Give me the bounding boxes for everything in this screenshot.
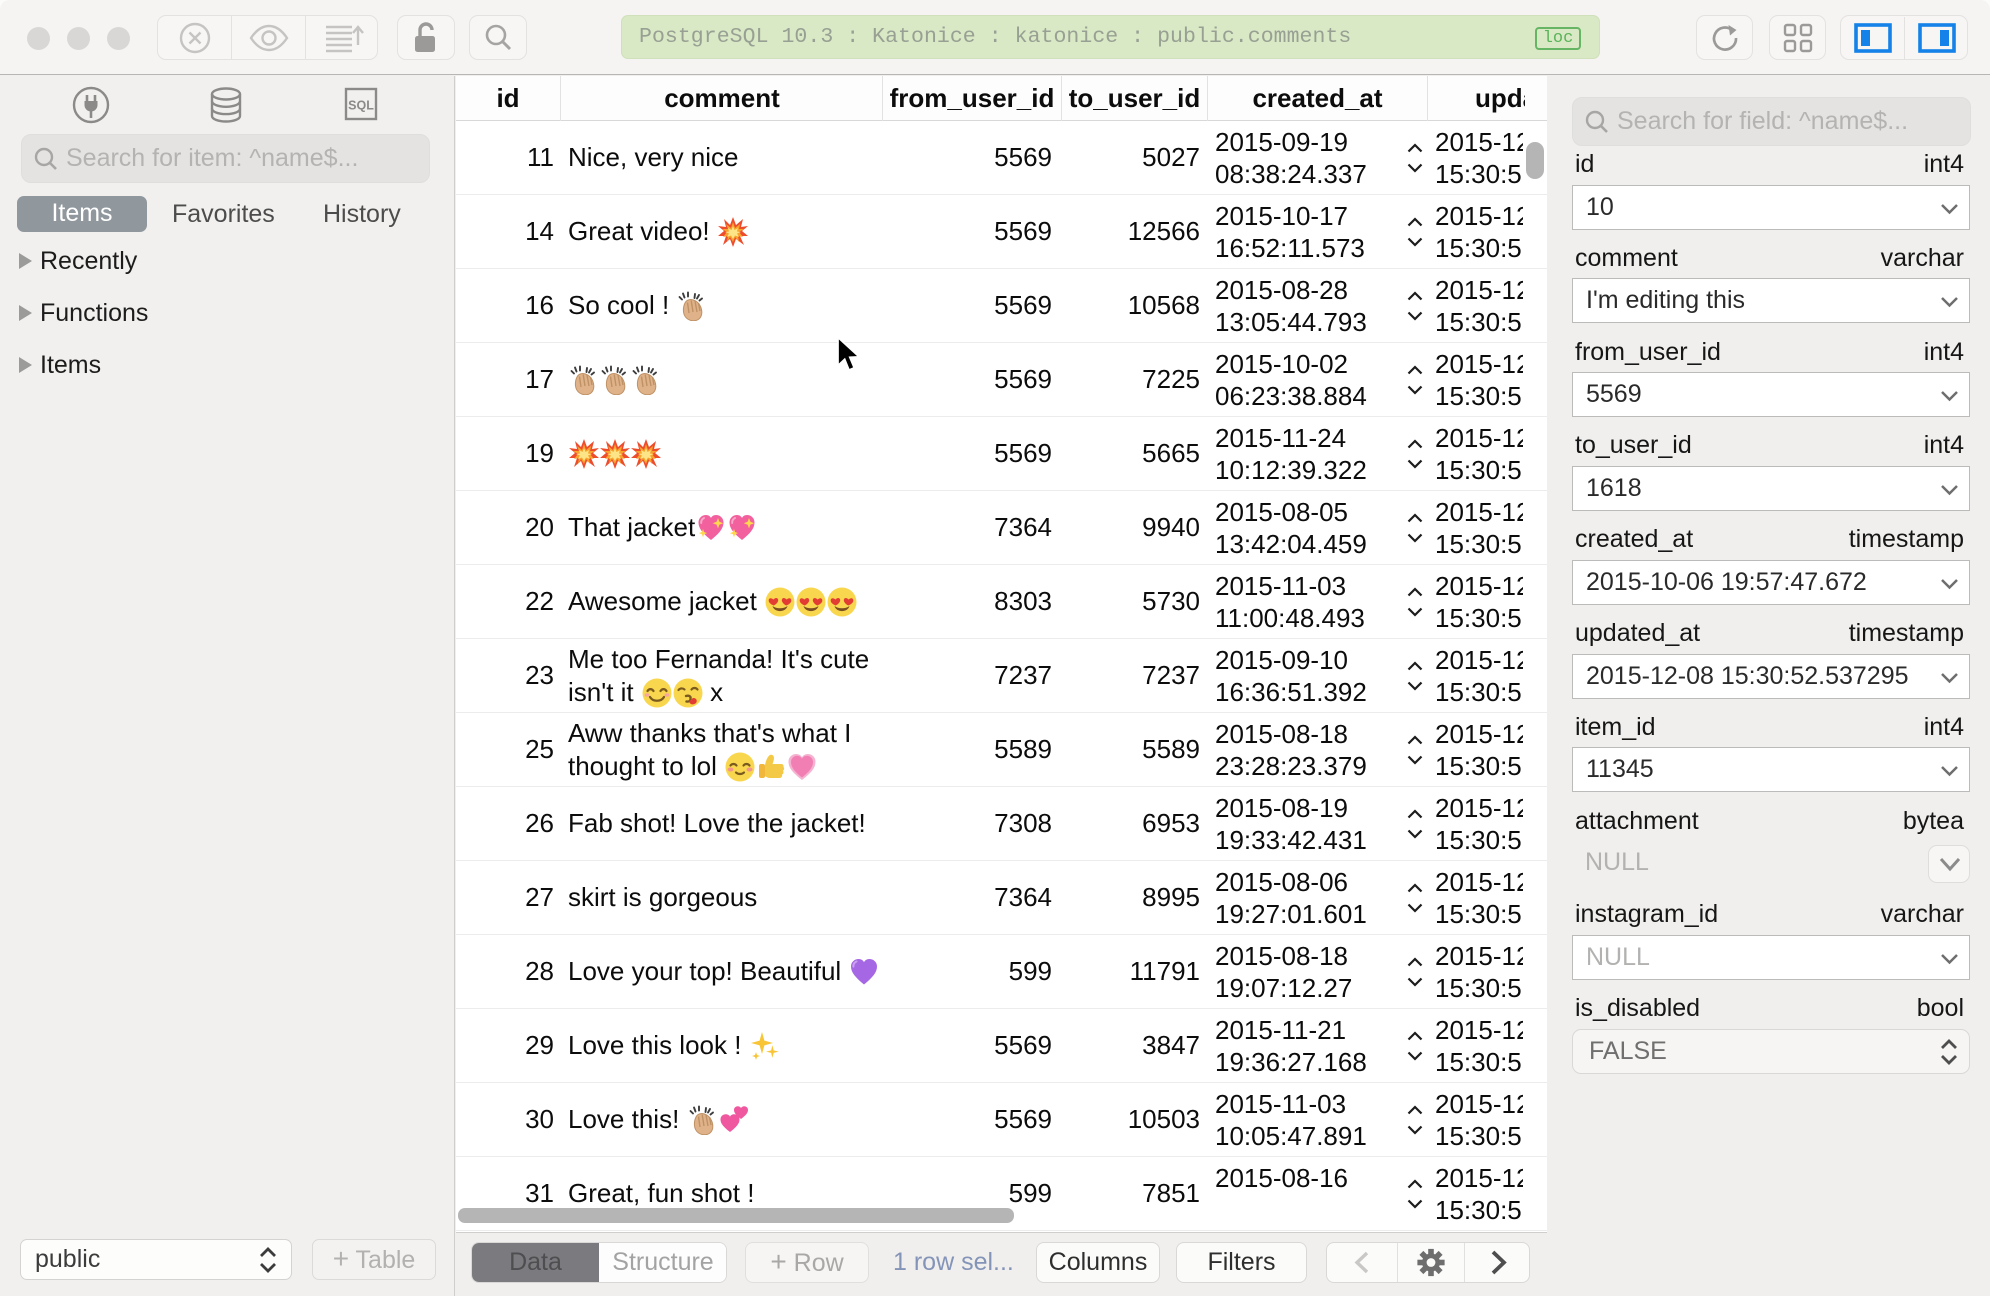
svg-text:SQL: SQL xyxy=(348,99,374,113)
